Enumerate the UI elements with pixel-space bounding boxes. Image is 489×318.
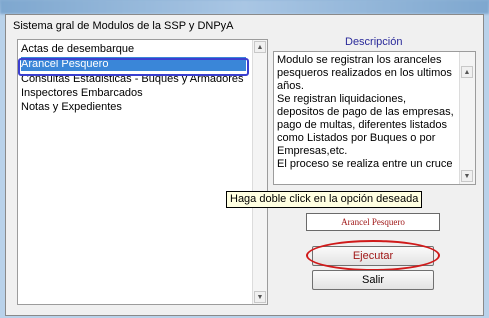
description-text: Modulo se registran los aranceles pesque… — [277, 54, 455, 171]
description-line: como Listados por Buques o por — [277, 132, 436, 144]
selected-module-field: Arancel Pesquero — [306, 213, 440, 231]
list-item-inspectores[interactable]: Inspectores Embarcados — [21, 86, 246, 100]
list-item-notas[interactable]: Notas y Expedientes — [21, 100, 246, 114]
run-button[interactable]: Ejecutar — [312, 246, 434, 266]
list-item-actas[interactable]: Actas de desembarque — [21, 42, 246, 56]
description-scrollbar[interactable]: ▲ ▼ — [459, 52, 475, 184]
dialog-title: Sistema gral de Modulos de la SSP y DNPy… — [13, 20, 234, 32]
description-line: pesqueros realizados en los ultimos — [277, 67, 452, 79]
description-line: pago de multas, diferentes listados — [277, 119, 447, 131]
window-title-bar — [0, 0, 489, 14]
down-arrow-icon[interactable]: ▼ — [254, 291, 266, 303]
description-header: Descripción — [345, 36, 403, 48]
down-arrow-icon[interactable]: ▼ — [461, 170, 473, 182]
description-line: El proceso se realiza entre un cruce — [277, 158, 453, 170]
help-tooltip: Haga doble click en la opción deseada — [226, 191, 423, 208]
list-scrollbar[interactable]: ▲ ▼ — [252, 40, 267, 304]
up-arrow-icon[interactable]: ▲ — [461, 66, 473, 78]
list-item-consultas[interactable]: Consultas Estadisticas - Buques y Armado… — [21, 72, 246, 86]
up-arrow-icon[interactable]: ▲ — [254, 41, 266, 53]
description-textbox[interactable]: Modulo se registran los aranceles pesque… — [273, 51, 476, 185]
description-line: años. — [277, 80, 304, 92]
description-line: depositos de pago de las empresas, — [277, 106, 454, 118]
modules-list[interactable]: Actas de desembarque Arancel Pesquero Co… — [17, 39, 268, 305]
list-item-arancel[interactable]: Arancel Pesquero — [21, 57, 246, 71]
description-line: Empresas,etc. — [277, 145, 348, 157]
exit-button[interactable]: Salir — [312, 270, 434, 290]
description-line: Se registran liquidaciones, — [277, 93, 407, 105]
description-line: Modulo se registran los aranceles — [277, 54, 442, 66]
